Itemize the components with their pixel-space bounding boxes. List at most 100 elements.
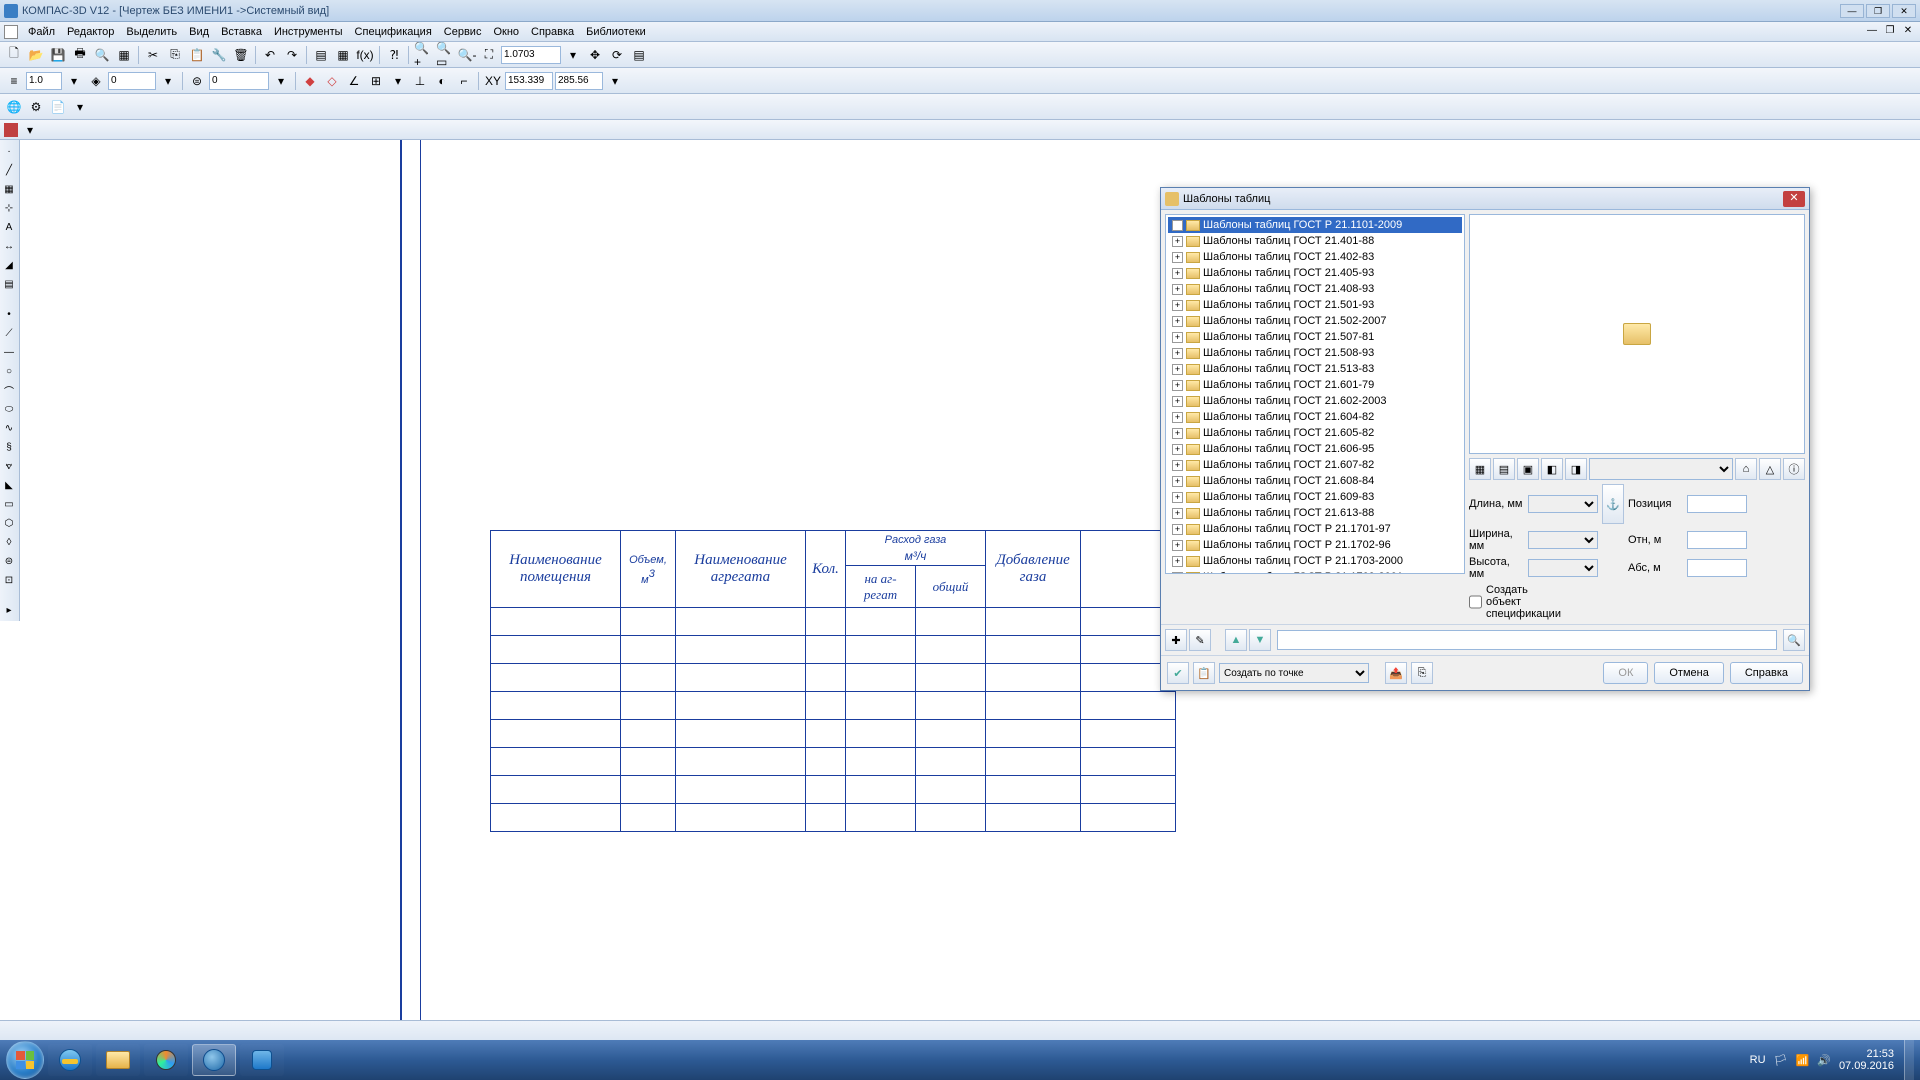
tree-item[interactable]: +Шаблоны таблиц ГОСТ Р 21.1703-2000 xyxy=(1168,553,1462,569)
print-icon[interactable]: 🖶 xyxy=(70,45,90,65)
tree-item[interactable]: +Шаблоны таблиц ГОСТ 21.502-2007 xyxy=(1168,313,1462,329)
segment-icon[interactable]: — xyxy=(0,343,18,361)
zoom-incr-icon[interactable]: ▾ xyxy=(563,45,583,65)
edit-icon[interactable]: ✎ xyxy=(1189,629,1211,651)
lineweight-icon[interactable]: ≡ xyxy=(4,71,24,91)
tree-item[interactable]: +Шаблоны таблиц ГОСТ 21.508-93 xyxy=(1168,345,1462,361)
view4-icon[interactable]: ◧ xyxy=(1541,458,1563,480)
palette-toggle[interactable] xyxy=(4,123,18,137)
expand-icon[interactable]: + xyxy=(1172,364,1183,375)
dropdown-icon[interactable]: ▾ xyxy=(70,97,90,117)
add-icon[interactable]: ✚ xyxy=(1165,629,1187,651)
page-icon[interactable]: 📄 xyxy=(48,97,68,117)
dialog-titlebar[interactable]: Шаблоны таблиц ✕ xyxy=(1161,188,1809,210)
coord-x-field[interactable] xyxy=(505,72,553,90)
dropdown-icon[interactable]: ▾ xyxy=(20,120,40,140)
up-arrow-icon[interactable]: ▲ xyxy=(1225,629,1247,651)
menu-file[interactable]: Файл xyxy=(22,24,61,40)
zoom-field[interactable] xyxy=(501,46,561,64)
tree-item[interactable]: +Шаблоны таблиц ГОСТ 21.604-82 xyxy=(1168,409,1462,425)
rectangle-icon[interactable]: ▭ xyxy=(0,495,18,513)
round-icon[interactable]: ◐ xyxy=(432,71,452,91)
text-icon[interactable]: A xyxy=(0,218,18,236)
expand-icon[interactable]: + xyxy=(1172,444,1183,455)
taskbar-teamviewer[interactable] xyxy=(240,1044,284,1076)
export-icon[interactable]: 📤 xyxy=(1385,662,1407,684)
expand-icon[interactable]: + xyxy=(1172,332,1183,343)
menu-insert[interactable]: Вставка xyxy=(215,24,268,40)
expand-icon[interactable]: + xyxy=(1172,316,1183,327)
spec-checkbox[interactable] xyxy=(1469,593,1482,611)
pan-icon[interactable]: ✥ xyxy=(585,45,605,65)
dim-icon[interactable]: ↔ xyxy=(0,237,18,255)
expand-icon[interactable]: + xyxy=(1172,460,1183,471)
expand-icon[interactable]: + xyxy=(1172,428,1183,439)
tree-item[interactable]: +Шаблоны таблиц ГОСТ 21.501-93 xyxy=(1168,297,1462,313)
layer-icon[interactable]: ◈ xyxy=(86,71,106,91)
start-button[interactable] xyxy=(6,1041,44,1079)
expand-icon[interactable]: + xyxy=(1172,540,1183,551)
aux-line-icon[interactable]: ⟋ xyxy=(0,324,18,342)
coord-y-field[interactable] xyxy=(555,72,603,90)
linestyle-icon[interactable]: ⊜ xyxy=(187,71,207,91)
zoom-window-icon[interactable]: 🔍▭ xyxy=(435,45,455,65)
expand-icon[interactable]: ▸ xyxy=(0,601,18,619)
dropdown-icon[interactable]: ▾ xyxy=(605,71,625,91)
tree-item[interactable]: +Шаблоны таблиц ГОСТ 21.601-79 xyxy=(1168,377,1462,393)
expand-icon[interactable]: + xyxy=(1172,300,1183,311)
local-cs-icon[interactable]: ⌐ xyxy=(454,71,474,91)
ortho-icon[interactable]: ⊥ xyxy=(410,71,430,91)
view-select[interactable] xyxy=(1589,458,1733,480)
mdi-close[interactable]: ✕ xyxy=(1900,25,1916,39)
tree-item[interactable]: +Шаблоны таблиц ГОСТ 21.401-88 xyxy=(1168,233,1462,249)
snap1-icon[interactable]: ◆ xyxy=(300,71,320,91)
dropdown-icon[interactable]: ▾ xyxy=(388,71,408,91)
expand-icon[interactable]: + xyxy=(1172,508,1183,519)
ellipse-icon[interactable]: ⬭ xyxy=(0,400,18,418)
taskbar-explorer[interactable] xyxy=(96,1044,140,1076)
expand-icon[interactable]: + xyxy=(1172,524,1183,535)
menu-view[interactable]: Вид xyxy=(183,24,215,40)
linestyle-field[interactable] xyxy=(209,72,269,90)
width-input[interactable] xyxy=(1528,531,1598,549)
clock[interactable]: 21:53 07.09.2016 xyxy=(1839,1048,1894,1072)
props-icon[interactable]: 🔧 xyxy=(209,45,229,65)
search-icon[interactable]: 🔍 xyxy=(1783,629,1805,651)
tree-item[interactable]: +Шаблоны таблиц ГОСТ 21.607-82 xyxy=(1168,457,1462,473)
expand-icon[interactable]: + xyxy=(1172,476,1183,487)
bezier-icon[interactable]: § xyxy=(0,438,18,456)
expand-icon[interactable]: + xyxy=(1172,220,1183,231)
menu-service[interactable]: Сервис xyxy=(438,24,488,40)
arc-icon[interactable]: ⌒ xyxy=(0,381,18,399)
tree-item[interactable]: +Шаблоны таблиц ГОСТ 21.602-2003 xyxy=(1168,393,1462,409)
line-icon[interactable]: ╱ xyxy=(0,161,18,179)
fx-icon[interactable]: f(x) xyxy=(355,45,375,65)
vars-icon[interactable]: ▦ xyxy=(333,45,353,65)
expand-icon[interactable]: + xyxy=(1172,396,1183,407)
cancel-button[interactable]: Отмена xyxy=(1654,662,1723,684)
delete-icon[interactable]: 🗑 xyxy=(231,45,251,65)
expand-icon[interactable]: + xyxy=(1172,348,1183,359)
dropdown-icon[interactable]: ▾ xyxy=(64,71,84,91)
new-icon[interactable]: 🗋 xyxy=(4,45,24,65)
table-icon[interactable]: ▤ xyxy=(0,275,18,293)
ok-button[interactable]: ОК xyxy=(1603,662,1648,684)
help-button[interactable]: Справка xyxy=(1730,662,1803,684)
tree-item[interactable]: +Шаблоны таблиц ГОСТ 21.402-83 xyxy=(1168,249,1462,265)
tree-item[interactable]: +Шаблоны таблиц ГОСТ 21.608-84 xyxy=(1168,473,1462,489)
undo-icon[interactable]: ↶ xyxy=(260,45,280,65)
grid-icon[interactable]: ⊞ xyxy=(366,71,386,91)
copy-icon[interactable]: ⎘ xyxy=(165,45,185,65)
tray-flag-icon[interactable]: 🏳 xyxy=(1774,1054,1788,1067)
contour-icon[interactable]: ◊ xyxy=(0,533,18,551)
tray-network-icon[interactable]: 📶 xyxy=(1796,1054,1810,1067)
tree-item[interactable]: +Шаблоны таблиц ГОСТ 21.513-83 xyxy=(1168,361,1462,377)
axis-icon[interactable]: ⊹ xyxy=(0,199,18,217)
zoom-out-icon[interactable]: 🔍- xyxy=(457,45,477,65)
circle-icon[interactable]: ○ xyxy=(0,362,18,380)
down-arrow-icon[interactable]: ▼ xyxy=(1249,629,1271,651)
note-icon[interactable]: ◢ xyxy=(0,256,18,274)
expand-icon[interactable]: + xyxy=(1172,236,1183,247)
tree-item[interactable]: +Шаблоны таблиц ГОСТ 21.405-93 xyxy=(1168,265,1462,281)
globe-icon[interactable]: 🌐 xyxy=(4,97,24,117)
